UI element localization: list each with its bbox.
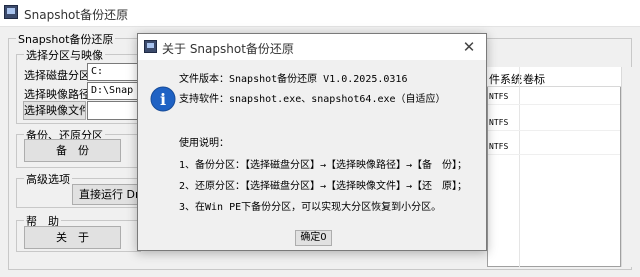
table-header-filesystem[interactable]: 件系统 (489, 71, 522, 87)
advanced-group-title: 高级选项 (24, 171, 72, 187)
dialog-title: 关于 Snapshot备份还原 (162, 42, 294, 56)
usage-step-restore: 2、还原分区：【选择磁盘分区】→【选择映像文件】→【还 原】； (179, 181, 468, 192)
table-cell-filesystem[interactable]: NTFS (489, 92, 508, 101)
select-image-button[interactable]: 选择映像文件 (23, 101, 86, 120)
about-button[interactable]: 关 于 (24, 226, 121, 249)
table-row-divider (488, 154, 620, 155)
backup-button[interactable]: 备 份 (24, 139, 121, 162)
usage-title: 使用说明： (179, 138, 229, 149)
table-scrollbar[interactable] (621, 67, 638, 267)
main-group-title: Snapshot备份还原 (16, 31, 116, 47)
table-cell-filesystem[interactable]: NTFS (489, 118, 508, 127)
ok-button[interactable]: 确定0 (295, 230, 332, 246)
table-header-volume-label[interactable]: 卷标 (523, 71, 545, 87)
main-window-title: Snapshot备份还原 (24, 8, 129, 22)
close-icon[interactable]: ✕ (456, 36, 482, 58)
dialog-body: i 文件版本：Snapshot备份还原 V1.0.2025.0316 支持软件：… (138, 60, 486, 250)
info-icon: i (150, 86, 176, 112)
table-row-divider (488, 130, 620, 131)
about-dialog: 关于 Snapshot备份还原 ✕ i 文件版本：Snapshot备份还原 V1… (137, 33, 487, 251)
image-path-input[interactable]: D:\Snap (87, 82, 139, 100)
table-row-divider (488, 104, 620, 105)
svg-text:i: i (160, 90, 166, 109)
dialog-title-bar: 关于 Snapshot备份还原 ✕ (138, 34, 486, 60)
dialog-app-icon (144, 40, 157, 53)
partition-group-title: 选择分区与映像 (24, 47, 105, 63)
support-line: 支持软件：snapshot.exe、snapshot64.exe（自适应） (179, 94, 446, 105)
run-drive-button[interactable]: 直接运行 Drive (72, 184, 140, 205)
usage-step-pe: 3、在Win PE下备份分区，可以实现大分区恢复到小分区。 (179, 202, 442, 213)
table-column-divider (519, 67, 520, 267)
app-icon (4, 5, 18, 19)
version-line: 文件版本：Snapshot备份还原 V1.0.2025.0316 (179, 74, 408, 85)
disk-partition-select[interactable]: C: (87, 63, 139, 81)
table-cell-filesystem[interactable]: NTFS (489, 142, 508, 151)
usage-step-backup: 1、备份分区：【选择磁盘分区】→【选择映像路径】→【备 份】； (179, 160, 468, 171)
image-file-input[interactable] (87, 101, 139, 120)
main-title-bar: Snapshot备份还原 (0, 0, 640, 27)
